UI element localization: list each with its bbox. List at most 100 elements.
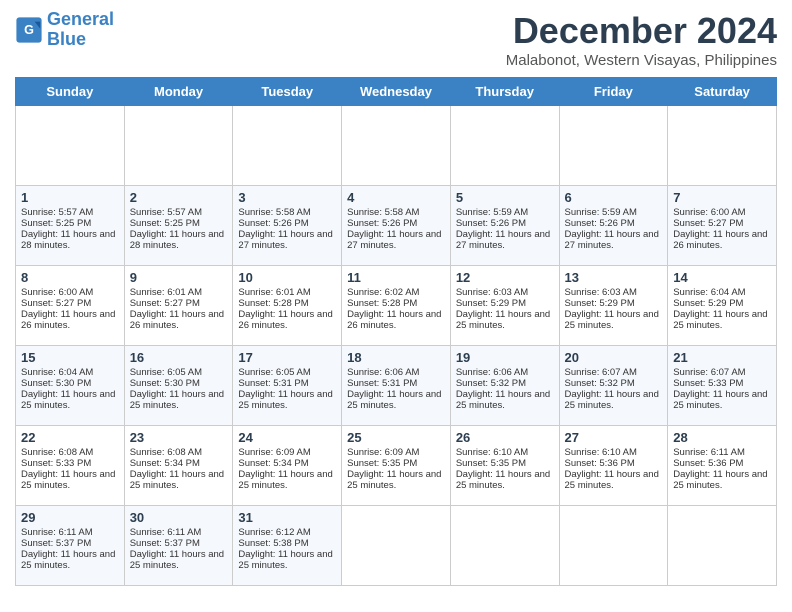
daylight-text: Daylight: 11 hours and 25 minutes.	[347, 389, 441, 411]
calendar-cell: 8Sunrise: 6:00 AMSunset: 5:27 PMDaylight…	[16, 266, 125, 346]
daylight-text: Daylight: 11 hours and 27 minutes.	[565, 229, 659, 251]
daylight-text: Daylight: 11 hours and 27 minutes.	[347, 229, 441, 251]
sunrise-text: Sunrise: 6:02 AM	[347, 287, 419, 298]
calendar-cell: 16Sunrise: 6:05 AMSunset: 5:30 PMDayligh…	[124, 346, 233, 426]
sunset-text: Sunset: 5:28 PM	[347, 298, 417, 309]
sunrise-text: Sunrise: 5:58 AM	[347, 207, 419, 218]
day-number: 29	[21, 510, 119, 525]
svg-text:G: G	[24, 23, 34, 37]
sunrise-text: Sunrise: 6:06 AM	[456, 367, 528, 378]
day-number: 28	[673, 430, 771, 445]
column-header-sunday: Sunday	[16, 78, 125, 106]
calendar-cell: 2Sunrise: 5:57 AMSunset: 5:25 PMDaylight…	[124, 186, 233, 266]
calendar-cell: 13Sunrise: 6:03 AMSunset: 5:29 PMDayligh…	[559, 266, 668, 346]
week-row-5: 29Sunrise: 6:11 AMSunset: 5:37 PMDayligh…	[16, 506, 777, 586]
day-number: 6	[565, 190, 663, 205]
daylight-text: Daylight: 11 hours and 26 minutes.	[130, 309, 224, 331]
sunset-text: Sunset: 5:38 PM	[238, 538, 308, 549]
column-header-friday: Friday	[559, 78, 668, 106]
calendar-cell	[668, 106, 777, 186]
sunset-text: Sunset: 5:34 PM	[238, 458, 308, 469]
calendar-cell: 11Sunrise: 6:02 AMSunset: 5:28 PMDayligh…	[342, 266, 451, 346]
day-number: 4	[347, 190, 445, 205]
week-row-2: 8Sunrise: 6:00 AMSunset: 5:27 PMDaylight…	[16, 266, 777, 346]
sunset-text: Sunset: 5:30 PM	[130, 378, 200, 389]
daylight-text: Daylight: 11 hours and 25 minutes.	[456, 469, 550, 491]
sunrise-text: Sunrise: 6:11 AM	[21, 527, 93, 538]
day-number: 19	[456, 350, 554, 365]
calendar-cell: 27Sunrise: 6:10 AMSunset: 5:36 PMDayligh…	[559, 426, 668, 506]
calendar-cell	[342, 106, 451, 186]
sunset-text: Sunset: 5:28 PM	[238, 298, 308, 309]
sunset-text: Sunset: 5:25 PM	[21, 218, 91, 229]
daylight-text: Daylight: 11 hours and 25 minutes.	[347, 469, 441, 491]
sunset-text: Sunset: 5:33 PM	[673, 378, 743, 389]
daylight-text: Daylight: 11 hours and 28 minutes.	[21, 229, 115, 251]
sunset-text: Sunset: 5:31 PM	[347, 378, 417, 389]
sunset-text: Sunset: 5:36 PM	[565, 458, 635, 469]
sunrise-text: Sunrise: 5:59 AM	[456, 207, 528, 218]
sunset-text: Sunset: 5:37 PM	[130, 538, 200, 549]
sunrise-text: Sunrise: 6:04 AM	[21, 367, 93, 378]
day-number: 11	[347, 270, 445, 285]
logo-text: General Blue	[47, 10, 114, 50]
daylight-text: Daylight: 11 hours and 25 minutes.	[238, 549, 332, 571]
sunset-text: Sunset: 5:26 PM	[565, 218, 635, 229]
column-header-thursday: Thursday	[450, 78, 559, 106]
daylight-text: Daylight: 11 hours and 25 minutes.	[21, 549, 115, 571]
daylight-text: Daylight: 11 hours and 25 minutes.	[238, 389, 332, 411]
calendar-cell	[559, 506, 668, 586]
calendar-cell: 28Sunrise: 6:11 AMSunset: 5:36 PMDayligh…	[668, 426, 777, 506]
day-number: 5	[456, 190, 554, 205]
calendar-cell: 23 Sunrise: 6:08 AMSunset: 5:34 PMDayligh…	[124, 426, 233, 506]
daylight-text: Daylight: 11 hours and 26 minutes.	[21, 309, 115, 331]
calendar-cell: 15Sunrise: 6:04 AMSunset: 5:30 PMDayligh…	[16, 346, 125, 426]
calendar-cell: 17Sunrise: 6:05 AMSunset: 5:31 PMDayligh…	[233, 346, 342, 426]
sunrise-text: Sunrise: 6:11 AM	[130, 527, 202, 538]
column-header-wednesday: Wednesday	[342, 78, 451, 106]
sunrise-text: Sunrise: 6:00 AM	[21, 287, 93, 298]
sunset-text: Sunset: 5:29 PM	[673, 298, 743, 309]
title-area: December 2024 Malabonot, Western Visayas…	[506, 10, 777, 69]
calendar-cell: 7Sunrise: 6:00 AMSunset: 5:27 PMDaylight…	[668, 186, 777, 266]
calendar-cell: 14Sunrise: 6:04 AMSunset: 5:29 PMDayligh…	[668, 266, 777, 346]
week-row-3: 15Sunrise: 6:04 AMSunset: 5:30 PMDayligh…	[16, 346, 777, 426]
calendar-cell	[342, 506, 451, 586]
daylight-text: Daylight: 11 hours and 25 minutes.	[130, 389, 224, 411]
calendar-table: SundayMondayTuesdayWednesdayThursdayFrid…	[15, 77, 777, 586]
sunset-text: Sunset: 5:26 PM	[238, 218, 308, 229]
sunset-text: Sunset: 5:26 PM	[347, 218, 417, 229]
sunrise-text: Sunrise: 6:08 AM	[130, 447, 202, 458]
sunset-text: Sunset: 5:32 PM	[456, 378, 526, 389]
day-number: 13	[565, 270, 663, 285]
day-number: 25	[347, 430, 445, 445]
sunrise-text: Sunrise: 6:10 AM	[565, 447, 637, 458]
sunrise-text: Sunrise: 6:05 AM	[130, 367, 202, 378]
sunrise-text: Sunrise: 6:11 AM	[673, 447, 745, 458]
sunrise-text: Sunrise: 5:59 AM	[565, 207, 637, 218]
daylight-text: Daylight: 11 hours and 26 minutes.	[238, 309, 332, 331]
day-number: 9	[130, 270, 228, 285]
day-number: 26	[456, 430, 554, 445]
calendar-cell	[124, 106, 233, 186]
daylight-text: Daylight: 11 hours and 25 minutes.	[673, 389, 767, 411]
day-number: 15	[21, 350, 119, 365]
daylight-text: Daylight: 11 hours and 25 minutes.	[130, 469, 224, 491]
sunset-text: Sunset: 5:34 PM	[130, 458, 200, 469]
sunset-text: Sunset: 5:29 PM	[565, 298, 635, 309]
sunrise-text: Sunrise: 6:08 AM	[21, 447, 93, 458]
calendar-cell: 10Sunrise: 6:01 AMSunset: 5:28 PMDayligh…	[233, 266, 342, 346]
day-number: 14	[673, 270, 771, 285]
daylight-text: Daylight: 11 hours and 25 minutes.	[565, 309, 659, 331]
calendar-cell: 25Sunrise: 6:09 AMSunset: 5:35 PMDayligh…	[342, 426, 451, 506]
daylight-text: Daylight: 11 hours and 28 minutes.	[130, 229, 224, 251]
daylight-text: Daylight: 11 hours and 25 minutes.	[673, 469, 767, 491]
calendar-cell	[668, 506, 777, 586]
day-number: 2	[130, 190, 228, 205]
calendar-cell: 30Sunrise: 6:11 AMSunset: 5:37 PMDayligh…	[124, 506, 233, 586]
column-header-monday: Monday	[124, 78, 233, 106]
calendar-cell: 5Sunrise: 5:59 AMSunset: 5:26 PMDaylight…	[450, 186, 559, 266]
day-number: 23	[130, 430, 228, 445]
sunrise-text: Sunrise: 6:05 AM	[238, 367, 310, 378]
sunrise-text: Sunrise: 6:10 AM	[456, 447, 528, 458]
